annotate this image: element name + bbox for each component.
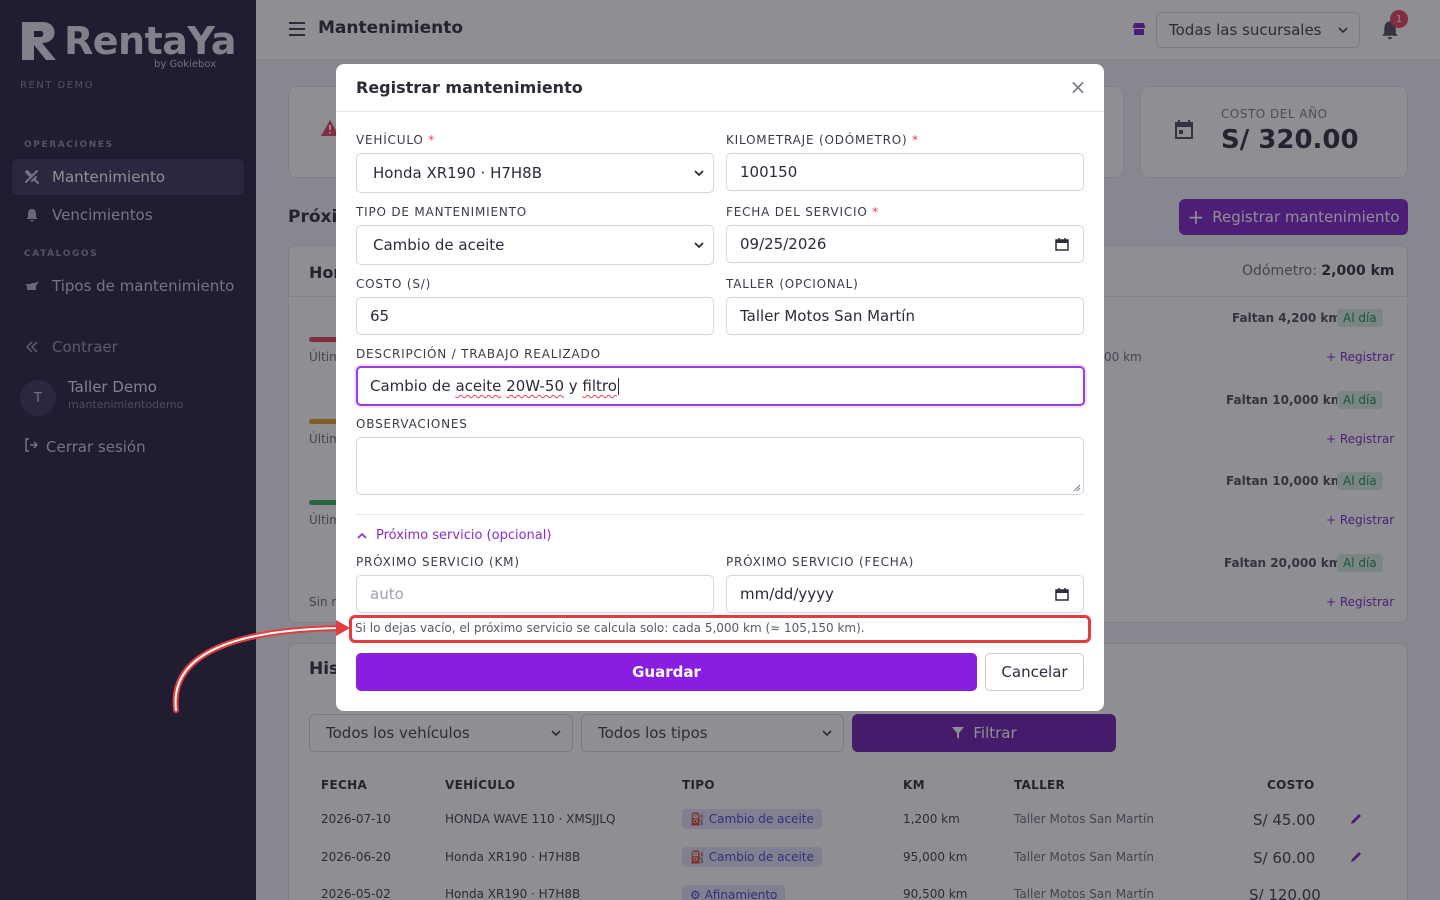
odometer-label-text: KILOMETRAJE (ODÓMETRO) <box>726 133 908 147</box>
vehicle-select[interactable]: Honda XR190 · H7H8B <box>356 153 714 193</box>
description-text: y <box>563 377 583 395</box>
text-caret <box>617 378 619 395</box>
service-date-value: 09/25/2026 <box>740 235 827 253</box>
required-mark: * <box>872 205 880 219</box>
calendar-icon[interactable] <box>1055 587 1069 601</box>
cost-input-value: 65 <box>370 307 390 325</box>
description-input[interactable]: Cambio de aceite 20W-50 y filtro <box>356 366 1085 406</box>
workshop-label: TALLER (OPCIONAL) <box>726 277 859 291</box>
required-mark: * <box>912 133 919 147</box>
modal-title: Registrar mantenimiento <box>356 78 583 97</box>
observations-label: OBSERVACIONES <box>356 417 468 431</box>
next-service-toggle[interactable]: Próximo servicio (opcional) <box>356 528 551 543</box>
next-service-date-label: PRÓXIMO SERVICIO (FECHA) <box>726 555 915 569</box>
service-date-label-text: FECHA DEL SERVICIO <box>726 205 868 219</box>
description-text: 20W-50 <box>506 377 564 395</box>
maintenance-type-value: Cambio de aceite <box>373 236 505 254</box>
annotation-arrow-icon <box>172 620 350 713</box>
cancel-button[interactable]: Cancelar <box>985 653 1084 691</box>
service-date-label: FECHA DEL SERVICIO * <box>726 205 879 219</box>
next-service-km-input[interactable]: auto <box>356 575 714 613</box>
vehicle-label: VEHÍCULO * <box>356 133 435 147</box>
service-date-input[interactable]: 09/25/2026 <box>726 225 1084 263</box>
workshop-input[interactable]: Taller Motos San Martín <box>726 297 1084 335</box>
next-service-toggle-label: Próximo servicio (opcional) <box>376 528 552 543</box>
workshop-input-value: Taller Motos San Martín <box>740 307 915 325</box>
odometer-input[interactable]: 100150 <box>726 153 1084 191</box>
close-icon[interactable]: × <box>1069 77 1087 97</box>
odometer-input-value: 100150 <box>740 163 798 181</box>
next-service-date-placeholder: mm/dd/yyyy <box>740 585 834 603</box>
chevron-up-icon <box>357 532 367 539</box>
annotation-highlight-box <box>349 615 1091 643</box>
vehicle-label-text: VEHÍCULO <box>356 133 424 147</box>
description-value: Cambio de aceite 20W-50 y filtro <box>370 377 619 395</box>
maintenance-modal: Registrar mantenimiento × VEHÍCULO * Hon… <box>336 64 1104 711</box>
calendar-icon[interactable] <box>1055 237 1069 251</box>
save-button[interactable]: Guardar <box>356 653 977 691</box>
maintenance-type-select[interactable]: Cambio de aceite <box>356 225 714 265</box>
description-label: DESCRIPCIÓN / TRABAJO REALIZADO <box>356 347 601 361</box>
chevron-down-icon <box>694 170 704 177</box>
section-divider <box>356 514 1084 515</box>
required-mark: * <box>428 133 436 147</box>
next-service-km-label: PRÓXIMO SERVICIO (KM) <box>356 555 520 569</box>
observations-textarea[interactable] <box>356 437 1084 495</box>
next-service-km-placeholder: auto <box>370 585 404 603</box>
vehicle-select-value: Honda XR190 · H7H8B <box>373 164 543 182</box>
maintenance-type-label: TIPO DE MANTENIMIENTO <box>356 205 527 219</box>
cost-label: COSTO (S/) <box>356 277 432 291</box>
cost-input[interactable]: 65 <box>356 297 714 335</box>
modal-header: Registrar mantenimiento × <box>336 64 1104 112</box>
description-text: filtro <box>582 377 617 395</box>
chevron-down-icon <box>694 242 704 249</box>
odometer-label: KILOMETRAJE (ODÓMETRO) * <box>726 133 919 147</box>
next-service-date-input[interactable]: mm/dd/yyyy <box>726 575 1084 613</box>
description-text: Cambio de <box>370 377 456 395</box>
resize-grip-icon[interactable] <box>1073 484 1081 492</box>
description-text: aceite <box>455 377 502 395</box>
